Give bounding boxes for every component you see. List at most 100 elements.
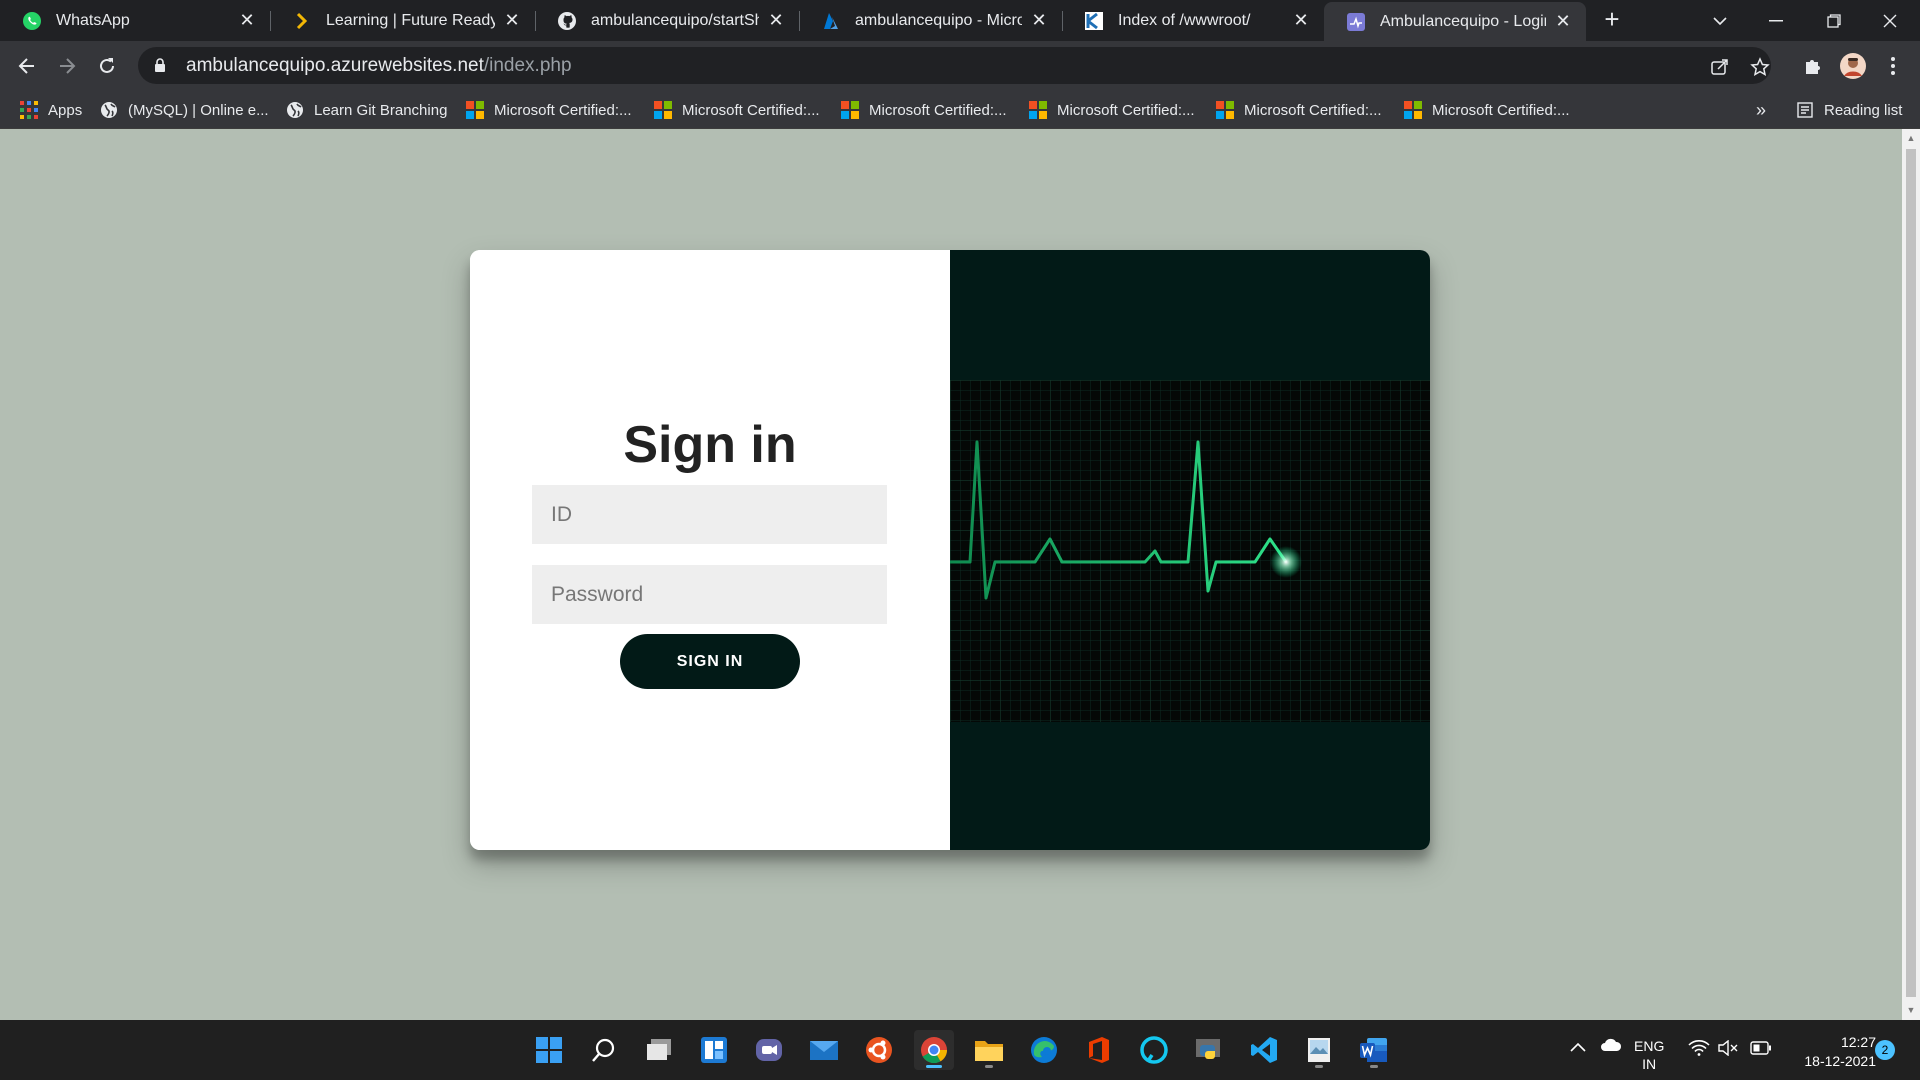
alexa-icon[interactable] (1134, 1030, 1174, 1070)
forward-button[interactable] (51, 50, 83, 82)
bookmark-microsoft-certified-2[interactable]: Microsoft Certified:... (654, 91, 820, 129)
task-view-icon[interactable] (639, 1030, 679, 1070)
running-indicator (985, 1065, 993, 1068)
lock-icon[interactable] (152, 58, 168, 74)
apps-grid-icon (20, 101, 38, 119)
running-indicator (926, 1065, 942, 1068)
chrome-icon[interactable] (914, 1030, 954, 1070)
widgets-icon[interactable] (694, 1030, 734, 1070)
login-card: Sign in SIGN IN (470, 250, 1430, 850)
bookmark-microsoft-certified-1[interactable]: Microsoft Certified:... (466, 91, 632, 129)
microsoft-logo-icon (466, 101, 484, 119)
browser-toolbar: ambulancequipo.azurewebsites.net/index.p… (0, 41, 1920, 91)
running-indicator (1315, 1065, 1323, 1068)
reading-list-icon (1796, 101, 1814, 119)
tab-azure[interactable]: ambulancequipo - Microsoft Azure ✕ (799, 0, 1062, 41)
battery-icon[interactable] (1750, 1041, 1772, 1058)
reading-list-button[interactable]: Reading list (1796, 91, 1902, 129)
heartbeat-image-panel (950, 250, 1430, 850)
scroll-up-arrow-icon[interactable]: ▲ (1906, 133, 1916, 143)
office-icon[interactable] (1079, 1030, 1119, 1070)
image-viewer-icon[interactable] (1299, 1030, 1339, 1070)
kudu-icon (1084, 11, 1104, 31)
word-icon[interactable] (1354, 1030, 1394, 1070)
restore-button[interactable] (1806, 0, 1862, 41)
chevron-up-icon (1570, 1042, 1586, 1052)
close-tab-icon[interactable]: ✕ (1030, 10, 1048, 30)
ubuntu-icon[interactable] (859, 1030, 899, 1070)
python-icon[interactable] (1189, 1030, 1229, 1070)
bookmark-apps[interactable]: Apps (20, 91, 82, 129)
microsoft-logo-icon (1216, 101, 1234, 119)
page-scrollbar[interactable]: ▲ ▼ (1902, 129, 1920, 1020)
profile-avatar[interactable] (1837, 50, 1869, 82)
input-language-indicator[interactable]: ENG IN (1634, 1037, 1664, 1073)
address-bar[interactable]: ambulancequipo.azurewebsites.net/index.p… (138, 47, 1771, 84)
id-input[interactable] (532, 485, 887, 544)
clock[interactable]: 12:27 18-12-2021 (1786, 1033, 1876, 1071)
restore-icon (1827, 13, 1841, 28)
url-text: ambulancequipo.azurewebsites.net/index.p… (186, 54, 572, 76)
tab-ambulancequipo-login[interactable]: Ambulancequipo - Login ✕ (1324, 2, 1586, 41)
close-tab-icon[interactable]: ✕ (238, 10, 256, 30)
page-viewport: Sign in SIGN IN (0, 129, 1902, 1020)
bookmark-microsoft-certified-5[interactable]: Microsoft Certified:... (1216, 91, 1382, 129)
kebab-menu-icon (1891, 57, 1895, 75)
edge-icon[interactable] (1024, 1030, 1064, 1070)
whatsapp-icon (22, 11, 42, 31)
running-indicator (1370, 1065, 1378, 1068)
tab-whatsapp[interactable]: WhatsApp ✕ (0, 0, 270, 41)
site-icon (1346, 12, 1366, 32)
tab-kudu[interactable]: Index of /wwwroot/ ✕ (1062, 0, 1324, 41)
vscode-icon[interactable] (1244, 1030, 1284, 1070)
tab-strip: WhatsApp ✕ Learning | Future Ready Talen… (0, 0, 1920, 41)
bookmark-star-icon[interactable] (1749, 56, 1771, 78)
chevron-down-icon (1713, 16, 1727, 25)
share-icon[interactable] (1709, 56, 1731, 78)
start-icon[interactable] (529, 1030, 569, 1070)
puzzle-icon (1806, 60, 1820, 74)
tab-learning[interactable]: Learning | Future Ready Talent ✕ (270, 0, 535, 41)
close-window-button[interactable] (1862, 0, 1918, 41)
bookmark-microsoft-certified-4[interactable]: Microsoft Certified:... (1029, 91, 1195, 129)
bookmarks-overflow-button[interactable]: » (1756, 91, 1766, 129)
bookmark-microsoft-certified-3[interactable]: Microsoft Certified:... (841, 91, 1007, 129)
learning-icon (292, 11, 312, 31)
bookmark-mysql[interactable]: (MySQL) | Online e... (100, 91, 269, 129)
teams-chat-icon[interactable] (749, 1030, 789, 1070)
avatar-icon (1840, 53, 1866, 79)
search-icon[interactable] (584, 1030, 624, 1070)
bookmark-microsoft-certified-6[interactable]: Microsoft Certified:... (1404, 91, 1570, 129)
close-tab-icon[interactable]: ✕ (1554, 11, 1572, 31)
close-tab-icon[interactable]: ✕ (767, 10, 785, 30)
minimize-button[interactable] (1748, 0, 1804, 41)
windows-taskbar: ENG IN 12:27 18-12-2021 2 (0, 1020, 1920, 1080)
notification-badge[interactable]: 2 (1875, 1040, 1895, 1060)
arrow-left-icon (18, 58, 34, 74)
scrollbar-thumb[interactable] (1906, 149, 1916, 997)
chrome-menu-button[interactable] (1877, 50, 1909, 82)
show-hidden-icons-button[interactable] (1570, 1039, 1586, 1055)
extensions-button[interactable] (1797, 50, 1829, 82)
microsoft-logo-icon (841, 101, 859, 119)
tab-github[interactable]: ambulancequipo/startSharing ✕ (535, 0, 799, 41)
reload-button[interactable] (91, 50, 123, 82)
password-input[interactable] (532, 565, 887, 624)
back-button[interactable] (11, 50, 43, 82)
tab-search-button[interactable] (1692, 0, 1748, 41)
mail-icon[interactable] (804, 1030, 844, 1070)
sign-in-button[interactable]: SIGN IN (620, 634, 800, 689)
wifi-icon[interactable] (1688, 1040, 1710, 1059)
onedrive-icon[interactable] (1600, 1038, 1622, 1055)
bookmark-learn-git-branching[interactable]: Learn Git Branching (286, 91, 447, 129)
close-tab-icon[interactable]: ✕ (503, 10, 521, 30)
scroll-down-arrow-icon[interactable]: ▼ (1906, 1005, 1916, 1015)
arrow-right-icon (60, 58, 76, 74)
volume-muted-icon[interactable] (1717, 1039, 1739, 1059)
close-tab-icon[interactable]: ✕ (1292, 10, 1310, 30)
file-explorer-icon[interactable] (969, 1030, 1009, 1070)
reload-icon (100, 58, 114, 73)
sign-in-heading: Sign in (623, 416, 797, 474)
microsoft-logo-icon (1404, 101, 1422, 119)
new-tab-button[interactable]: + (1598, 4, 1626, 34)
